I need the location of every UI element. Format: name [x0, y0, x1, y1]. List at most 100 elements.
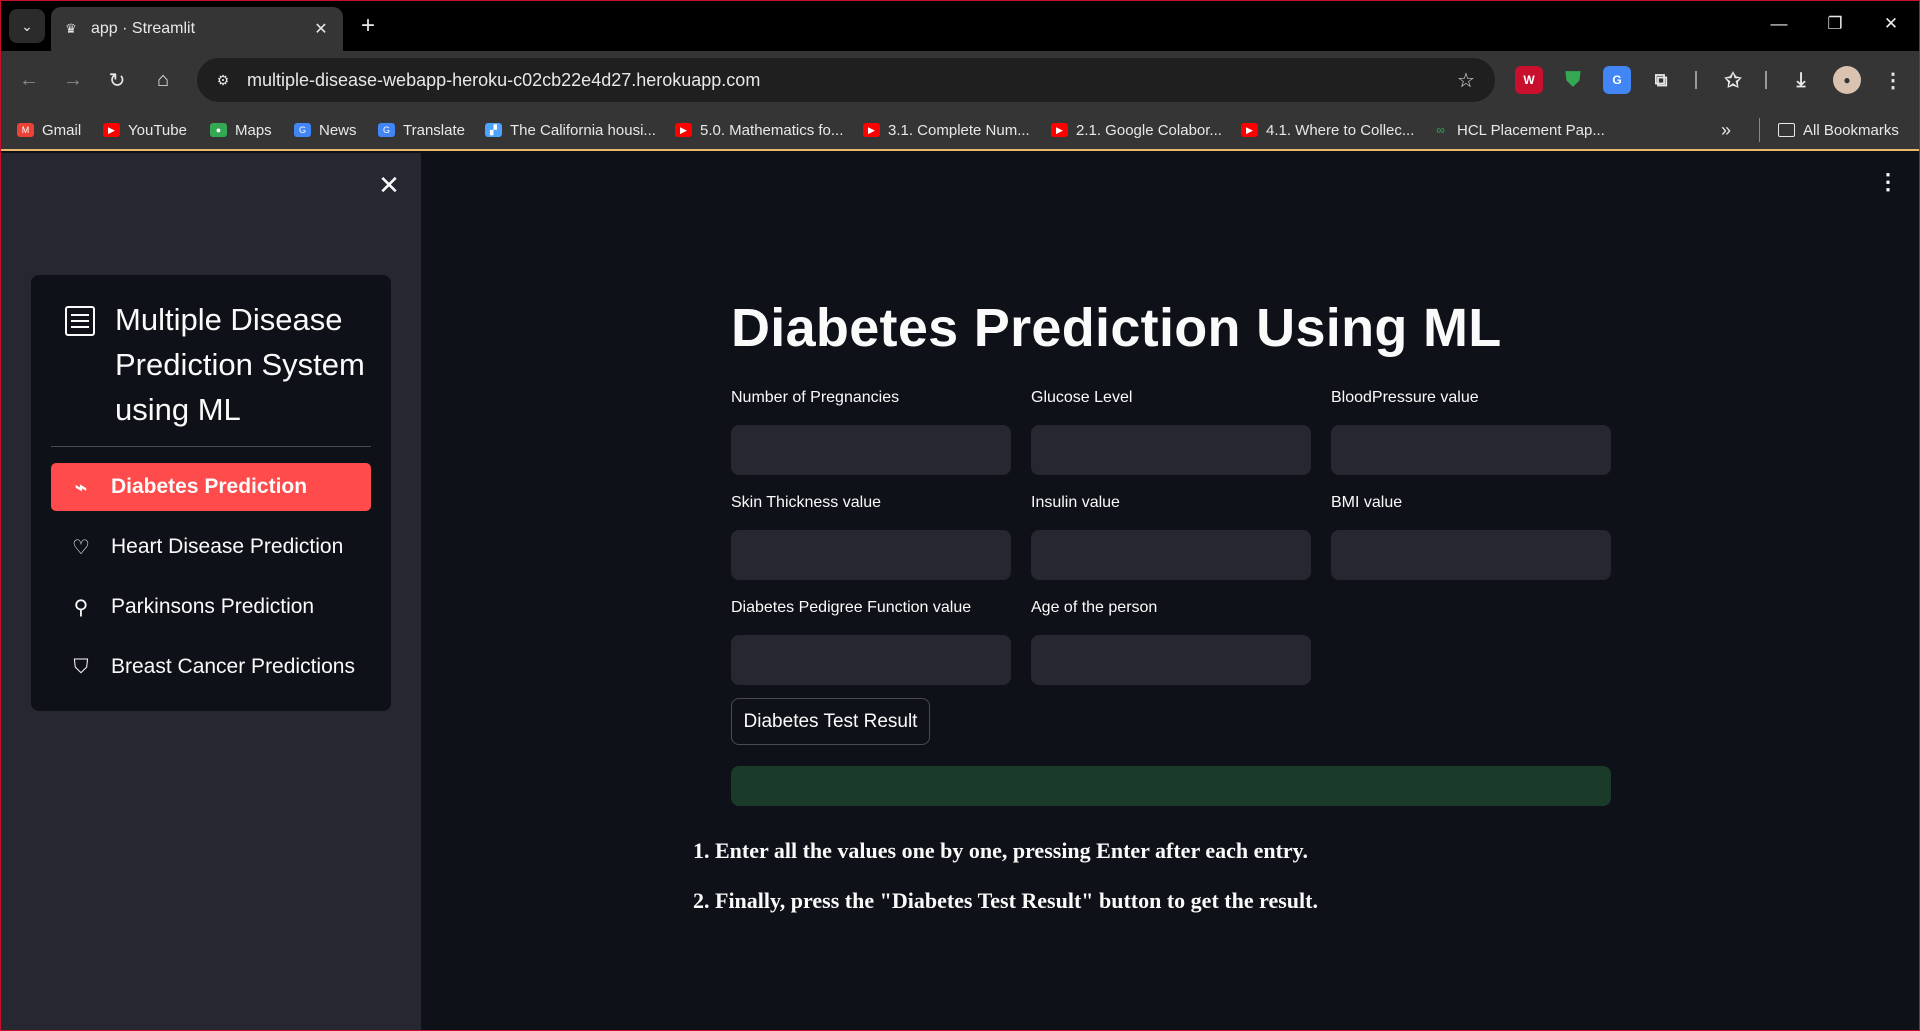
profile-avatar[interactable]: ● — [1833, 66, 1861, 94]
close-tab-icon[interactable]: ✕ — [311, 19, 331, 39]
extension-shield-icon[interactable]: ⛊ — [1559, 66, 1587, 94]
sidebar: ✕ Multiple Disease Prediction System usi… — [1, 153, 421, 1030]
bookmark-label: Gmail — [42, 121, 82, 139]
streamlit-crown-icon: ♛ — [65, 21, 77, 36]
bookmark-label: 4.1. Where to Collec... — [1266, 121, 1415, 139]
bmi-input[interactable] — [1331, 530, 1611, 580]
bookmark-star-icon[interactable]: ☆ — [1451, 65, 1481, 95]
skin-thickness-field: Skin Thickness value — [731, 494, 1011, 580]
bookmark-label: The California housi... — [510, 121, 656, 139]
minimize-button[interactable]: — — [1759, 9, 1799, 39]
field-label: Glucose Level — [1031, 389, 1133, 406]
blood-pressure-input[interactable] — [1331, 425, 1611, 475]
link-icon: ∞ — [1436, 123, 1445, 137]
bookmark-california-housing[interactable]: ▞ The California housi... — [485, 118, 656, 142]
tab-strip: ⌄ ♛ app · Streamlit ✕ + — ❐ ✕ — [1, 1, 1919, 51]
instructions-list: 1. Enter all the values one by one, pres… — [693, 838, 1318, 938]
browser-menu-icon[interactable]: ⋮ — [1879, 66, 1907, 94]
bookmark-complete-num[interactable]: ▶ 3.1. Complete Num... — [863, 118, 1030, 142]
bmi-field: BMI value — [1331, 494, 1611, 580]
bookmark-mathematics[interactable]: ▶ 5.0. Mathematics fo... — [675, 118, 843, 142]
download-icon[interactable]: ⤓ — [1787, 66, 1815, 94]
age-input[interactable] — [1031, 635, 1311, 685]
bookmark-label: 5.0. Mathematics fo... — [700, 121, 844, 139]
glucose-input[interactable] — [1031, 425, 1311, 475]
forward-button[interactable]: → — [57, 64, 89, 96]
bookmark-news[interactable]: G News — [294, 118, 357, 142]
extensions-puzzle-icon[interactable]: ⧉ — [1647, 66, 1675, 94]
field-label: Age of the person — [1031, 599, 1158, 616]
youtube-icon: ▶ — [1241, 123, 1258, 137]
bookmark-youtube[interactable]: ▶ YouTube — [103, 118, 187, 142]
option-menu: Multiple Disease Prediction System using… — [31, 275, 391, 711]
sidebar-item-diabetes-prediction[interactable]: ⌁ Diabetes Prediction — [51, 463, 371, 511]
menu-title-text: Multiple Disease Prediction System using… — [115, 302, 365, 427]
bookmark-label: News — [319, 121, 357, 139]
bookmarks-bar: M Gmail ▶ YouTube ● Maps G News G Translate ▞… — [1, 109, 1919, 151]
activity-icon: ⌁ — [74, 476, 88, 499]
bookmark-label: YouTube — [128, 121, 187, 139]
diabetes-test-result-button[interactable]: Diabetes Test Result — [731, 698, 930, 745]
field-label: BloodPressure value — [1331, 389, 1479, 406]
field-label: Skin Thickness value — [731, 494, 881, 511]
field-label: Insulin value — [1031, 494, 1120, 511]
reload-button[interactable]: ↻ — [101, 64, 133, 96]
pregnancies-input[interactable] — [731, 425, 1011, 475]
person-icon: ⚲ — [73, 596, 89, 619]
tab-search-button[interactable]: ⌄ — [9, 9, 45, 43]
glucose-field: Glucose Level — [1031, 389, 1311, 475]
extension-wv-icon[interactable]: W — [1515, 66, 1543, 94]
sidebar-item-breast-cancer-predictions[interactable]: ⛉ Breast Cancer Predictions — [51, 643, 371, 691]
maps-icon: ● — [210, 123, 227, 137]
bookmark-where-to-collect[interactable]: ▶ 4.1. Where to Collec... — [1241, 118, 1414, 142]
field-label: Diabetes Pedigree Function value — [731, 599, 972, 616]
home-button[interactable]: ⌂ — [147, 64, 179, 96]
window-icon — [65, 306, 95, 336]
sidebar-item-label: Parkinsons Prediction — [111, 595, 315, 618]
all-bookmarks-label: All Bookmarks — [1803, 121, 1899, 139]
restore-button[interactable]: ❐ — [1815, 9, 1855, 39]
bookmark-icon: ⛉ — [73, 655, 89, 678]
sidebar-item-heart-disease-prediction[interactable]: ♡ Heart Disease Prediction — [51, 523, 371, 571]
tab-title: app · Streamlit — [91, 20, 196, 37]
insulin-input[interactable] — [1031, 530, 1311, 580]
youtube-icon: ▶ — [675, 123, 692, 137]
sidebar-item-parkinsons-prediction[interactable]: ⚲ Parkinsons Prediction — [51, 583, 371, 631]
site-info-icon[interactable]: ⚙ — [209, 66, 237, 94]
insulin-field: Insulin value — [1031, 494, 1311, 580]
bookmark-gmail[interactable]: M Gmail — [17, 118, 81, 142]
sidebar-item-label: Heart Disease Prediction — [111, 535, 344, 558]
pedigree-function-input[interactable] — [731, 635, 1011, 685]
youtube-icon: ▶ — [103, 123, 120, 137]
url-text[interactable]: multiple-disease-webapp-heroku-c02cb22e4… — [247, 70, 1451, 91]
bookmark-label: Translate — [403, 121, 465, 139]
new-tab-button[interactable]: + — [355, 12, 381, 39]
more-bookmarks-chevron-icon[interactable]: » — [1721, 118, 1731, 142]
toolbar-separator — [1695, 71, 1697, 89]
extension-translate-icon[interactable]: G — [1603, 66, 1631, 94]
address-bar[interactable]: ⚙ multiple-disease-webapp-heroku-c02cb22… — [197, 58, 1495, 102]
gmail-icon: M — [17, 123, 34, 137]
blood-pressure-field: BloodPressure value — [1331, 389, 1611, 475]
menu-title: Multiple Disease Prediction System using… — [51, 297, 371, 432]
menu-divider — [51, 446, 371, 447]
close-sidebar-icon[interactable]: ✕ — [375, 170, 403, 200]
age-field: Age of the person — [1031, 599, 1311, 685]
browser-tab[interactable]: ♛ app · Streamlit ✕ — [51, 7, 343, 51]
bookmark-translate[interactable]: G Translate — [378, 118, 465, 142]
bookmark-maps[interactable]: ● Maps — [210, 118, 272, 142]
folder-icon — [1778, 123, 1795, 137]
instruction-item: 2. Finally, press the "Diabetes Test Res… — [693, 888, 1318, 913]
field-label: Number of Pregnancies — [731, 389, 900, 406]
bookmark-label: HCL Placement Pap... — [1457, 121, 1605, 139]
app-menu-icon[interactable]: ⋮ — [1877, 169, 1899, 195]
bookmark-hcl-placement[interactable]: ∞ HCL Placement Pap... — [1432, 118, 1605, 142]
bookmarks-star-icon[interactable]: ✩ — [1719, 66, 1747, 94]
instruction-item: 1. Enter all the values one by one, pres… — [693, 838, 1308, 863]
back-button[interactable]: ← — [13, 64, 45, 96]
all-bookmarks-button[interactable]: All Bookmarks — [1759, 118, 1899, 142]
browser-window: ⌄ ♛ app · Streamlit ✕ + — ❐ ✕ ← → ↻ ⌂ ⚙ … — [0, 0, 1920, 1031]
skin-thickness-input[interactable] — [731, 530, 1011, 580]
bookmark-google-colab[interactable]: ▶ 2.1. Google Colabor... — [1051, 118, 1222, 142]
close-window-button[interactable]: ✕ — [1871, 9, 1911, 39]
